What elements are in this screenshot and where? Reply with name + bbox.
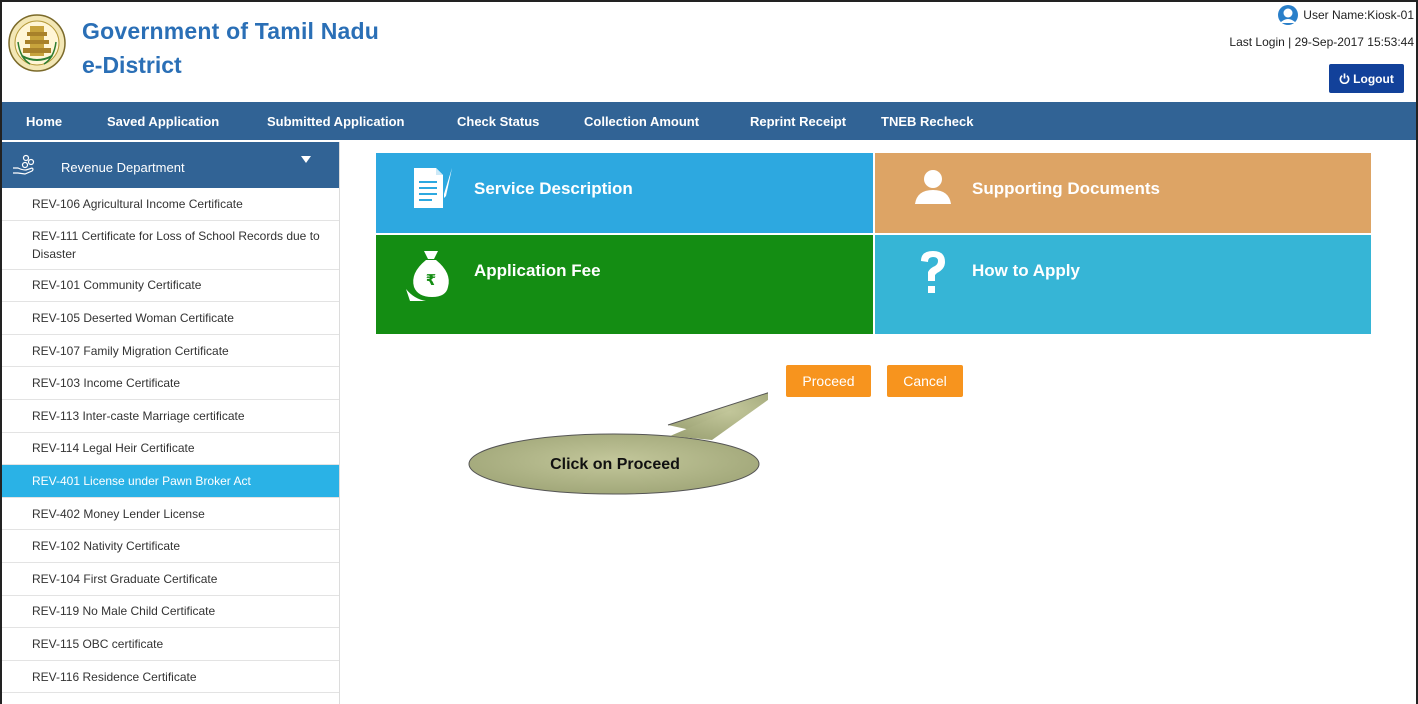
nav-reprint-receipt[interactable]: Reprint Receipt	[750, 114, 846, 129]
person-icon	[915, 170, 951, 204]
last-login: Last Login | 29-Sep-2017 15:53:44	[1229, 35, 1414, 49]
tamil-nadu-emblem-logo	[8, 14, 66, 72]
department-header[interactable]: Revenue Department	[2, 142, 339, 188]
nav-saved-application[interactable]: Saved Application	[107, 114, 219, 129]
logout-label: Logout	[1353, 71, 1394, 86]
supporting-documents-label: Supporting Documents	[972, 179, 1160, 198]
money-bag-icon: ₹	[406, 251, 449, 301]
callout-text: Click on Proceed	[550, 456, 680, 473]
brand-subtitle: e-District	[82, 52, 182, 78]
service-item[interactable]: REV-101 Community Certificate	[2, 270, 339, 303]
document-pen-icon	[414, 168, 452, 208]
nav-check-status[interactable]: Check Status	[457, 114, 539, 129]
application-fee-tile[interactable]: ₹ Application Fee	[376, 235, 873, 334]
nav-tneb-recheck[interactable]: TNEB Recheck	[881, 114, 973, 129]
service-item[interactable]: REV-104 First Graduate Certificate	[2, 563, 339, 596]
svg-text:₹: ₹	[426, 271, 436, 289]
service-list: REV-106 Agricultural Income Certificate …	[2, 188, 339, 694]
service-item[interactable]: REV-114 Legal Heir Certificate	[2, 433, 339, 466]
main-nav: Home Saved Application Submitted Applica…	[2, 102, 1416, 140]
department-label: Revenue Department	[61, 160, 185, 175]
user-name: User Name:Kiosk-01	[1303, 8, 1414, 22]
question-mark-icon	[921, 251, 945, 293]
logout-button[interactable]: Logout	[1329, 64, 1404, 93]
nav-collection-amount[interactable]: Collection Amount	[584, 114, 699, 129]
service-item[interactable]: REV-103 Income Certificate	[2, 367, 339, 400]
supporting-documents-tile[interactable]: Supporting Documents	[875, 153, 1371, 233]
power-icon	[1339, 73, 1350, 84]
caret-down-icon[interactable]	[301, 156, 311, 163]
service-item-active[interactable]: REV-401 License under Pawn Broker Act	[2, 465, 339, 498]
user-info: User Name:Kiosk-01 Last Login | 29-Sep-2…	[1229, 4, 1414, 49]
service-item[interactable]: REV-402 Money Lender License	[2, 498, 339, 531]
cancel-button[interactable]: Cancel	[887, 365, 963, 397]
proceed-button[interactable]: Proceed	[786, 365, 871, 397]
service-item[interactable]: REV-119 No Male Child Certificate	[2, 596, 339, 629]
application-fee-label: Application Fee	[474, 261, 601, 280]
nav-home[interactable]: Home	[26, 114, 62, 129]
service-item[interactable]: REV-106 Agricultural Income Certificate	[2, 188, 339, 221]
how-to-apply-tile[interactable]: How to Apply	[875, 235, 1371, 334]
service-item[interactable]: REV-107 Family Migration Certificate	[2, 335, 339, 368]
callout-bubble	[468, 392, 768, 495]
nav-submitted-application[interactable]: Submitted Application	[267, 114, 404, 129]
service-description-tile[interactable]: Service Description	[376, 153, 873, 233]
sidebar: Revenue Department REV-106 Agricultural …	[2, 142, 340, 704]
hand-coins-icon	[13, 154, 35, 175]
header: Government of Tamil Nadu e-District User…	[2, 2, 1416, 101]
brand-title: Government of Tamil Nadu	[82, 18, 380, 44]
service-item[interactable]: REV-105 Deserted Woman Certificate	[2, 302, 339, 335]
service-item[interactable]: REV-113 Inter-caste Marriage certificate	[2, 400, 339, 433]
service-item[interactable]: REV-115 OBC certificate	[2, 628, 339, 661]
how-to-apply-label: How to Apply	[972, 261, 1080, 280]
service-item[interactable]: REV-102 Nativity Certificate	[2, 530, 339, 563]
user-avatar-icon	[1278, 5, 1299, 25]
service-item[interactable]: REV-111 Certificate for Loss of School R…	[2, 221, 339, 270]
service-item[interactable]: REV-116 Residence Certificate	[2, 661, 339, 694]
service-description-label: Service Description	[474, 179, 633, 198]
